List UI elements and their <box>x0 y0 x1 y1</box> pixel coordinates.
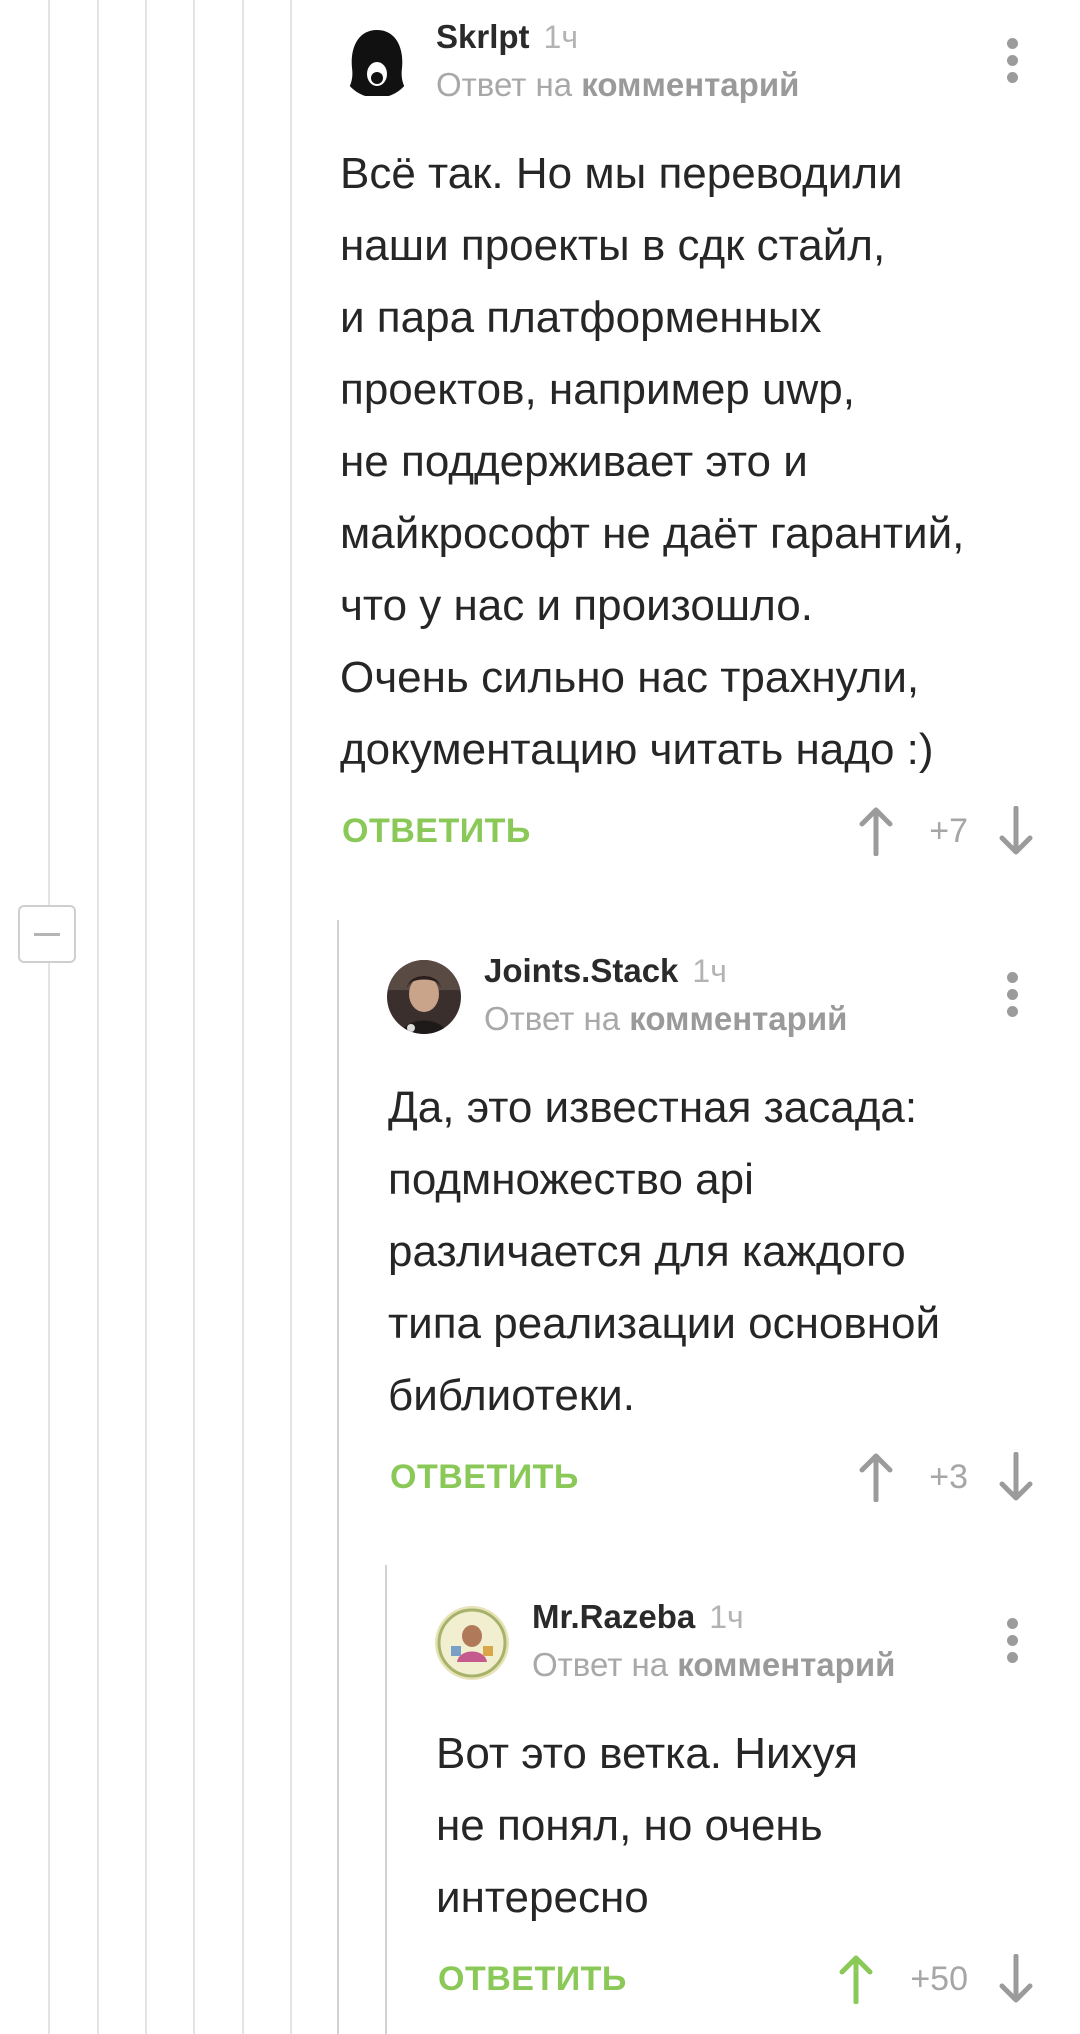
reply-button[interactable]: ОТВЕТИТЬ <box>438 1960 627 1999</box>
reply-to-info: Ответ на комментарий <box>532 1646 895 1684</box>
comment-author[interactable]: Skrlpt 1ч <box>436 18 578 56</box>
reply-to-link[interactable]: комментарий <box>677 1646 895 1683</box>
comment-text: Вот это ветка. Нихуя не понял, но очень … <box>436 1729 858 1922</box>
thread-line <box>290 0 292 2034</box>
arrow-up-icon[interactable] <box>856 1452 896 1502</box>
arrow-down-icon[interactable] <box>996 1452 1036 1502</box>
reply-to-link[interactable]: комментарий <box>629 1000 847 1037</box>
arrow-down-icon[interactable] <box>996 1954 1036 2004</box>
comment-time: 1ч <box>692 953 727 989</box>
comment-author[interactable]: Joints.Stack 1ч <box>484 952 727 990</box>
comment-time: 1ч <box>543 19 578 55</box>
author-name[interactable]: Mr.Razeba <box>532 1598 695 1635</box>
reply-button[interactable]: ОТВЕТИТЬ <box>390 1458 579 1497</box>
comment-text: Всё так. Но мы переводили наши проекты в… <box>340 149 965 774</box>
more-vertical-icon[interactable] <box>1005 972 1019 1020</box>
arrow-up-icon[interactable] <box>836 1954 876 2004</box>
arrow-down-icon[interactable] <box>996 806 1036 856</box>
more-vertical-icon[interactable] <box>1005 38 1019 86</box>
thread-line <box>385 1565 387 2034</box>
vote-score: +50 <box>910 1960 968 1998</box>
thread-line <box>97 0 99 2034</box>
author-name[interactable]: Skrlpt <box>436 18 530 55</box>
more-vertical-icon[interactable] <box>1005 1618 1019 1666</box>
thread-line <box>337 920 339 2034</box>
vote-score: +7 <box>929 812 968 850</box>
author-name[interactable]: Joints.Stack <box>484 952 678 989</box>
reply-to-info: Ответ на комментарий <box>436 66 799 104</box>
collapse-thread-button[interactable] <box>18 905 76 963</box>
avatar-joints-stack[interactable] <box>387 960 461 1034</box>
reply-to-prefix: Ответ на <box>532 1646 669 1683</box>
thread-line <box>242 0 244 2034</box>
avatar-skrlpt[interactable] <box>340 24 414 98</box>
user-photo-icon <box>435 1606 509 1680</box>
reply-to-info: Ответ на комментарий <box>484 1000 847 1038</box>
thread-line <box>145 0 147 2034</box>
comment-time: 1ч <box>709 1599 744 1635</box>
vote-score: +3 <box>929 1458 968 1496</box>
comment-text: Да, это известная засада: подмножество a… <box>388 1083 941 1420</box>
reply-button[interactable]: ОТВЕТИТЬ <box>342 812 531 851</box>
avatar-mr-razeba[interactable] <box>435 1606 509 1680</box>
thread-line <box>193 0 195 2034</box>
reply-to-prefix: Ответ на <box>436 66 573 103</box>
arrow-up-icon[interactable] <box>856 806 896 856</box>
user-photo-icon <box>387 960 461 1034</box>
reply-to-prefix: Ответ на <box>484 1000 621 1037</box>
thread-line <box>48 0 50 2034</box>
comment-author[interactable]: Mr.Razeba 1ч <box>532 1598 744 1636</box>
hooded-figure-icon <box>340 24 414 98</box>
reply-to-link[interactable]: комментарий <box>581 66 799 103</box>
